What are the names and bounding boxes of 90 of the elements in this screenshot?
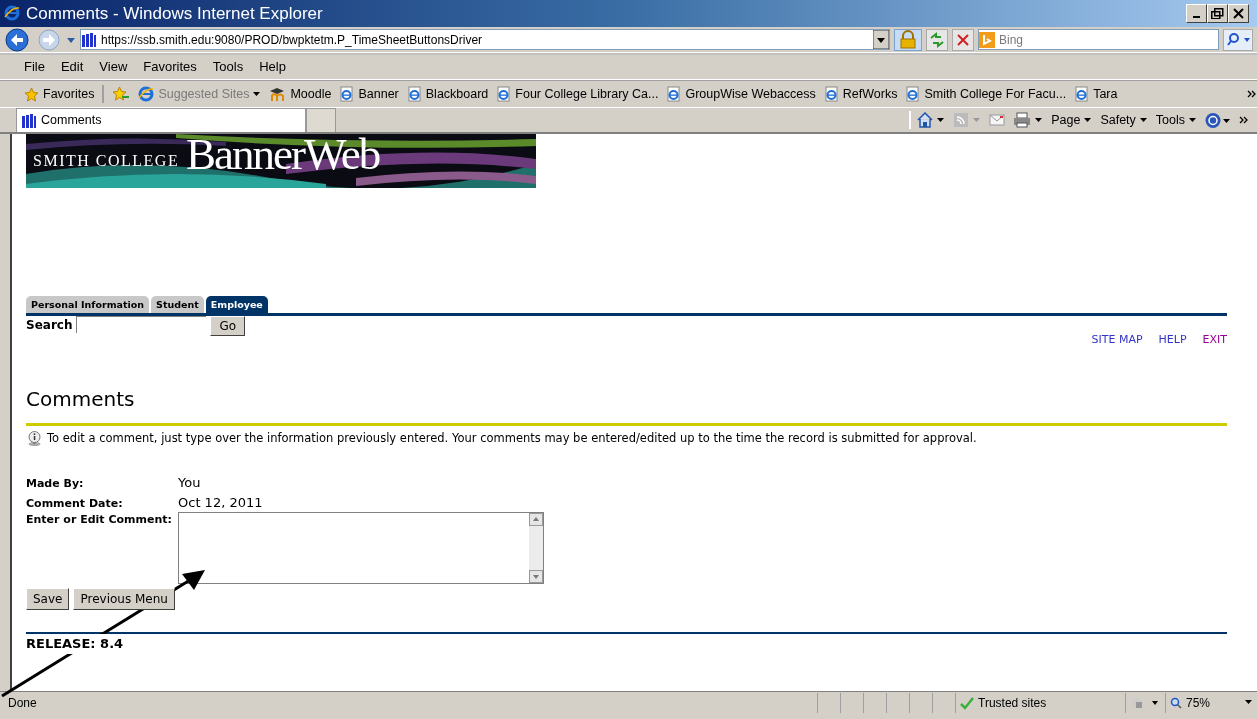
mail-icon[interactable] (989, 113, 1006, 127)
comment-field[interactable] (178, 512, 544, 584)
dropdown-icon[interactable] (872, 30, 889, 49)
security-zone: Trusted sites (955, 692, 1125, 713)
menu-item[interactable]: File (24, 57, 45, 77)
restore-icon (1211, 7, 1224, 20)
form-button[interactable]: Previous Menu (73, 588, 175, 610)
refresh-icon[interactable] (925, 28, 948, 51)
field-label: Comment Date: (26, 495, 124, 512)
favorite-link[interactable]: Four College Library Ca... (496, 84, 659, 104)
minimize-icon (1193, 16, 1200, 18)
form-button[interactable]: Save (26, 588, 70, 610)
url-text: https://ssb.smith.edu:9080/PROD/bwpktetm.P_TimeSheetButtonsDriver (101, 31, 484, 49)
ie-logo-icon (4, 4, 22, 23)
menu-item[interactable]: View (99, 57, 128, 77)
chevron-icon[interactable] (1239, 115, 1249, 125)
zoom-control[interactable]: 75% (1165, 692, 1257, 713)
caret-icon (1245, 700, 1253, 705)
star-icon (24, 86, 39, 102)
command-menu[interactable]: Page (1051, 110, 1093, 130)
close-icon (1233, 8, 1244, 19)
window-title: Comments - Windows Internet Explorer (26, 2, 324, 25)
info-icon (26, 430, 43, 446)
help-icon[interactable] (1205, 111, 1231, 129)
page-icon (666, 86, 682, 102)
college-name: SMITH COLLEGE (33, 151, 180, 171)
nav-tab[interactable]: Personal Information (26, 296, 150, 314)
info-text: To edit a comment, just type over the information previously entered. Your comments may be entered/edited up to the time the record is submitted for approval. (47, 429, 977, 447)
header-link[interactable]: EXIT (1202, 332, 1227, 349)
menu-item[interactable]: Favorites (143, 57, 197, 77)
product-logo: BannerWeb (186, 132, 380, 177)
page-icon (905, 86, 921, 102)
go-button[interactable]: Go (210, 316, 246, 337)
status-text: Done (7, 694, 38, 712)
menu-item[interactable]: Help (259, 57, 286, 77)
header-link[interactable]: SITE MAP (1091, 332, 1143, 349)
menu-item[interactable]: Tools (212, 57, 244, 77)
caret-icon (1139, 117, 1148, 123)
checkmark-icon (960, 695, 974, 710)
search-field[interactable]: Bing (977, 29, 1219, 50)
printer-icon[interactable] (1013, 112, 1044, 128)
nav-tab[interactable]: Employee (205, 296, 268, 314)
release-text: RELEASE: 8.4 (26, 634, 126, 654)
restore-button[interactable] (1207, 4, 1228, 23)
chevron-icon[interactable] (1247, 89, 1257, 99)
header-link[interactable]: HELP (1158, 332, 1187, 349)
protected-mode-icon[interactable] (1130, 695, 1160, 710)
zoom-icon (1170, 696, 1182, 709)
favorite-link[interactable]: Blackboard (406, 84, 489, 104)
favorite-link[interactable]: Tara (1074, 84, 1118, 104)
favorite-link[interactable]: Smith College For Facu... (905, 84, 1067, 104)
favorite-link[interactable]: GroupWise Webaccess (666, 84, 816, 104)
page-icon (406, 86, 422, 102)
stop-icon[interactable] (951, 28, 974, 51)
search-placeholder: Bing (998, 31, 1023, 49)
address-field[interactable]: https://ssb.smith.edu:9080/PROD/bwpktetm.P_TimeSheetButtonsDriver (80, 29, 890, 50)
favorite-link[interactable]: Moodle (269, 84, 332, 104)
caret-icon (1084, 117, 1093, 123)
favorite-link[interactable]: Banner (339, 84, 399, 104)
page-icon (339, 86, 355, 102)
site-icon (21, 112, 37, 129)
home-icon[interactable] (917, 112, 946, 128)
back-button[interactable] (4, 26, 32, 53)
page-icon (496, 86, 512, 102)
menu-item[interactable]: Edit (60, 57, 84, 77)
favorites-button[interactable]: Favorites (24, 84, 105, 104)
field-value: You (178, 474, 201, 492)
nav-tab[interactable]: Student (151, 296, 204, 314)
field-label: Enter or Edit Comment: (26, 512, 173, 528)
page-heading: Comments (26, 386, 136, 411)
forward-button[interactable] (36, 26, 62, 53)
browser-tab[interactable]: Comments (16, 108, 306, 132)
command-menu[interactable]: Safety (1100, 110, 1148, 130)
search-button[interactable] (1223, 28, 1253, 51)
favorite-link[interactable]: RefWorks (823, 84, 898, 104)
search-label: Search (26, 317, 73, 335)
caret-icon (253, 91, 262, 97)
page-icon (823, 86, 839, 102)
field-label: Made By: (26, 476, 85, 492)
page-icon (1074, 86, 1090, 102)
field-value: Oct 12, 2011 (178, 493, 263, 512)
scrollbar-icon (529, 513, 543, 583)
mortarboard-icon (269, 86, 287, 102)
bing-icon (978, 31, 995, 48)
caret-icon (1189, 117, 1197, 123)
ie-logo-icon (138, 86, 155, 102)
close-button[interactable] (1228, 4, 1249, 23)
site-icon (81, 31, 97, 48)
minimize-button[interactable] (1186, 4, 1207, 23)
command-menu[interactable]: Tools (1155, 110, 1197, 130)
